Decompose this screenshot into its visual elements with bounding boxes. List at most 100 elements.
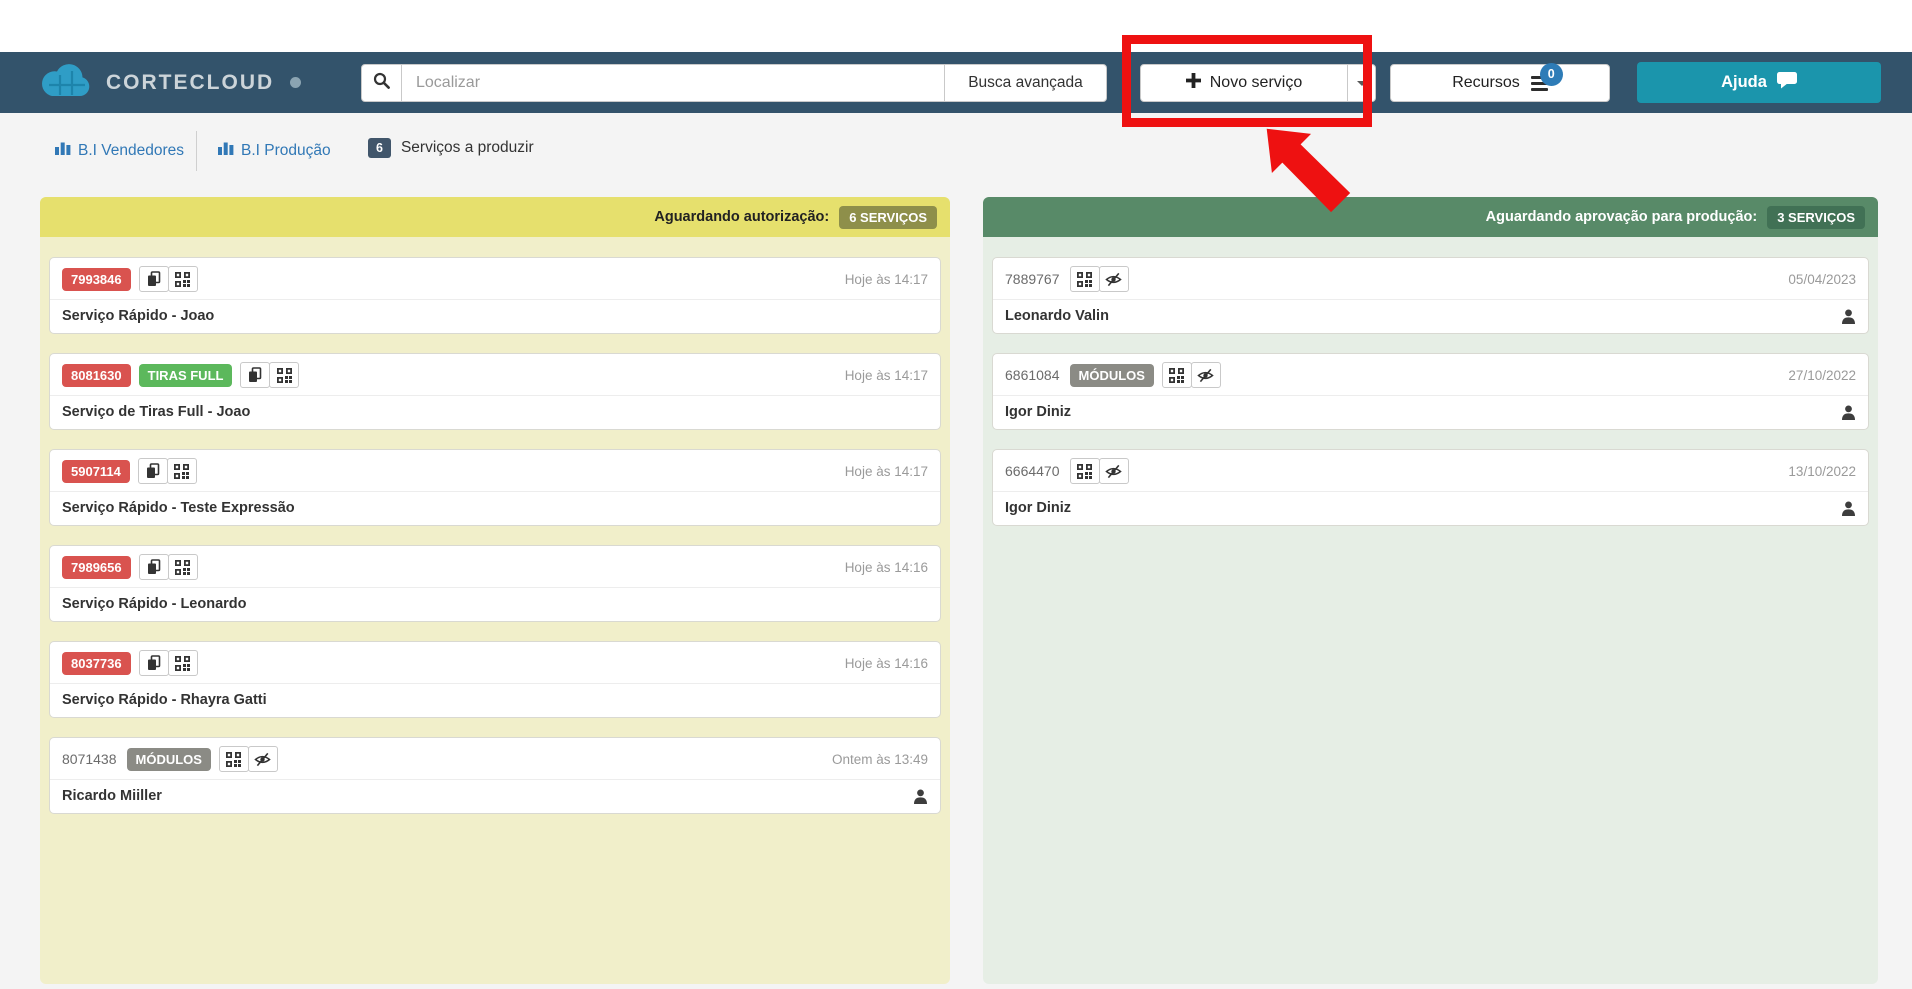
service-tag-badge: MÓDULOS bbox=[1069, 363, 1154, 387]
chevron-down-icon bbox=[1356, 80, 1367, 86]
advanced-search-label: Busca avançada bbox=[968, 74, 1083, 91]
service-card[interactable]: 5907114 Hoje às 14:17 Serviço Rápido - T… bbox=[49, 449, 941, 526]
eye-slash-button[interactable] bbox=[1098, 458, 1129, 484]
tab-servicos-a-produzir[interactable]: 6 Serviços a produzir bbox=[368, 138, 534, 158]
tab-bi-producao[interactable]: B.I Produção bbox=[218, 141, 331, 160]
card-action-buttons bbox=[218, 746, 278, 772]
eye-slash-button[interactable] bbox=[1190, 362, 1221, 388]
eye-slash-button[interactable] bbox=[1098, 266, 1129, 292]
qr-code-button[interactable] bbox=[269, 362, 300, 388]
tab-label: Serviços a produzir bbox=[400, 139, 534, 156]
service-timestamp: 05/04/2023 bbox=[1788, 271, 1856, 287]
service-number: 5907114 bbox=[62, 459, 130, 483]
card-top-row: 8071438 MÓDULOS Ontem às 13:49 bbox=[50, 738, 940, 779]
service-timestamp: Ontem às 13:49 bbox=[831, 751, 928, 767]
advanced-search-button[interactable]: Busca avançada bbox=[944, 64, 1107, 102]
service-timestamp: 27/10/2022 bbox=[1788, 367, 1856, 383]
service-card[interactable]: 7993846 Hoje às 14:17 Serviço Rápido - J… bbox=[49, 257, 941, 334]
top-white-strip bbox=[0, 0, 1912, 52]
card-action-buttons bbox=[1069, 266, 1129, 292]
service-number: 8071438 bbox=[62, 751, 117, 767]
search-button[interactable] bbox=[361, 64, 402, 102]
service-tag-badge: MÓDULOS bbox=[126, 747, 211, 771]
tab-separator bbox=[196, 131, 197, 171]
card-bottom-row: Igor Diniz bbox=[993, 491, 1868, 525]
qr-code-button[interactable] bbox=[167, 266, 198, 292]
panel-awaiting-authorization: Aguardando autorização: 6 SERVIÇOS 79938… bbox=[40, 197, 950, 984]
copy-button[interactable] bbox=[138, 266, 169, 292]
service-tag-badge: TIRAS FULL bbox=[138, 363, 233, 387]
card-bottom-row: Serviço Rápido - Teste Expressão bbox=[50, 491, 940, 525]
panel-header-label: Aguardando aprovação para produção: bbox=[1485, 209, 1758, 225]
eye-slash-button[interactable] bbox=[247, 746, 278, 772]
service-title: Serviço Rápido - Teste Expressão bbox=[62, 500, 295, 516]
tab-bi-vendedores[interactable]: B.I Vendedores bbox=[55, 141, 184, 160]
service-card[interactable]: 7889767 05/04/2023 Leonardo Valin bbox=[992, 257, 1869, 334]
service-title: Serviço Rápido - Leonardo bbox=[62, 596, 247, 612]
qr-code-button[interactable] bbox=[1161, 362, 1192, 388]
new-service-button[interactable]: Novo serviço bbox=[1140, 64, 1348, 102]
new-service-dropdown-button[interactable] bbox=[1347, 64, 1376, 102]
resources-button[interactable]: Recursos 0 bbox=[1390, 62, 1610, 102]
bar-chart-icon bbox=[218, 141, 234, 160]
panel-awaiting-production-approval: Aguardando aprovação para produção: 3 SE… bbox=[983, 197, 1878, 984]
qr-code-button[interactable] bbox=[1069, 266, 1100, 292]
service-title: Igor Diniz bbox=[1005, 404, 1072, 420]
card-bottom-row: Serviço Rápido - Joao bbox=[50, 299, 940, 333]
qr-code-button[interactable] bbox=[166, 458, 197, 484]
service-number: 8037736 bbox=[62, 651, 131, 675]
qr-code-button[interactable] bbox=[167, 650, 198, 676]
copy-button[interactable] bbox=[138, 650, 169, 676]
service-card[interactable]: 8037736 Hoje às 14:16 Serviço Rápido - R… bbox=[49, 641, 941, 718]
copy-button[interactable] bbox=[138, 554, 169, 580]
person-icon bbox=[1841, 501, 1856, 516]
service-card[interactable]: 7989656 Hoje às 14:16 Serviço Rápido - L… bbox=[49, 545, 941, 622]
qr-code-button[interactable] bbox=[1069, 458, 1100, 484]
service-title: Serviço Rápido - Joao bbox=[62, 308, 215, 324]
service-timestamp: Hoje às 14:16 bbox=[844, 559, 928, 575]
card-top-row: 6861084 MÓDULOS 27/10/2022 bbox=[993, 354, 1868, 395]
search-input[interactable] bbox=[402, 64, 945, 102]
panel-header-label: Aguardando autorização: bbox=[654, 209, 830, 225]
cloud-logo-icon bbox=[38, 62, 94, 103]
panel-header: Aguardando aprovação para produção: 3 SE… bbox=[983, 197, 1878, 237]
card-action-buttons bbox=[138, 650, 198, 676]
copy-button[interactable] bbox=[240, 362, 271, 388]
services-count-badge: 6 bbox=[368, 138, 391, 158]
qr-code-button[interactable] bbox=[218, 746, 249, 772]
resources-count-badge: 0 bbox=[1539, 62, 1563, 86]
card-action-buttons bbox=[1069, 458, 1129, 484]
resources-label: Recursos bbox=[1452, 74, 1520, 91]
card-action-buttons bbox=[1161, 362, 1221, 388]
qr-code-button[interactable] bbox=[167, 554, 198, 580]
service-card[interactable]: 8071438 MÓDULOS Ontem às 13:49 Ricardo M… bbox=[49, 737, 941, 814]
help-button[interactable]: Ajuda bbox=[1637, 62, 1881, 103]
search-icon bbox=[373, 72, 390, 94]
card-bottom-row: Serviço Rápido - Rhayra Gatti bbox=[50, 683, 940, 717]
card-top-row: 7993846 Hoje às 14:17 bbox=[50, 258, 940, 299]
service-number: 7993846 bbox=[62, 267, 131, 291]
brand-logo[interactable]: CORTECLOUD bbox=[38, 52, 302, 113]
service-timestamp: Hoje às 14:16 bbox=[844, 655, 928, 671]
search-group: Busca avançada bbox=[361, 64, 1107, 102]
service-title: Ricardo Miiller bbox=[62, 788, 162, 804]
new-service-group: Novo serviço bbox=[1140, 64, 1376, 102]
person-icon bbox=[913, 789, 928, 804]
copy-button[interactable] bbox=[137, 458, 168, 484]
navbar: CORTECLOUD Busca avançada bbox=[0, 52, 1912, 113]
card-bottom-row: Igor Diniz bbox=[993, 395, 1868, 429]
bar-chart-icon bbox=[55, 141, 71, 160]
app-screen: CORTECLOUD Busca avançada bbox=[0, 0, 1912, 989]
card-top-row: 7989656 Hoje às 14:16 bbox=[50, 546, 940, 587]
brand-name: CORTECLOUD bbox=[106, 70, 275, 94]
service-card[interactable]: 6861084 MÓDULOS 27/10/2022 Igor Diniz bbox=[992, 353, 1869, 430]
help-label: Ajuda bbox=[1721, 73, 1767, 91]
service-title: Serviço Rápido - Rhayra Gatti bbox=[62, 692, 267, 708]
service-timestamp: 13/10/2022 bbox=[1788, 463, 1856, 479]
service-card[interactable]: 8081630 TIRAS FULL Hoje às 14:17 Serviço… bbox=[49, 353, 941, 430]
card-bottom-row: Serviço de Tiras Full - Joao bbox=[50, 395, 940, 429]
card-action-buttons bbox=[138, 554, 198, 580]
service-title: Serviço de Tiras Full - Joao bbox=[62, 404, 251, 420]
service-card[interactable]: 6664470 13/10/2022 Igor Diniz bbox=[992, 449, 1869, 526]
new-service-label: Novo serviço bbox=[1209, 74, 1303, 91]
